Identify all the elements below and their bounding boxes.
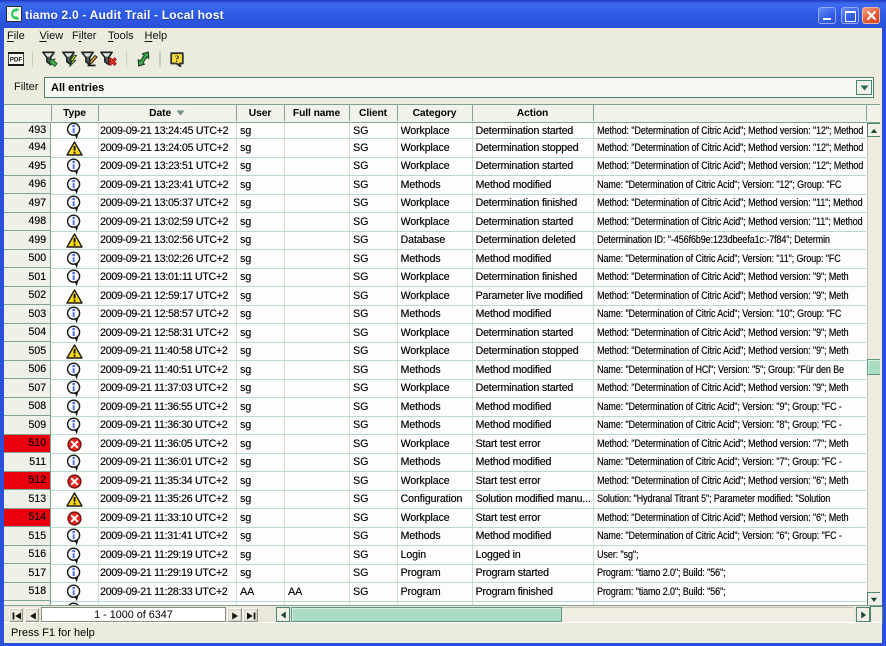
svg-text:?: ? [175,55,180,65]
svg-text:PDF: PDF [10,57,23,64]
